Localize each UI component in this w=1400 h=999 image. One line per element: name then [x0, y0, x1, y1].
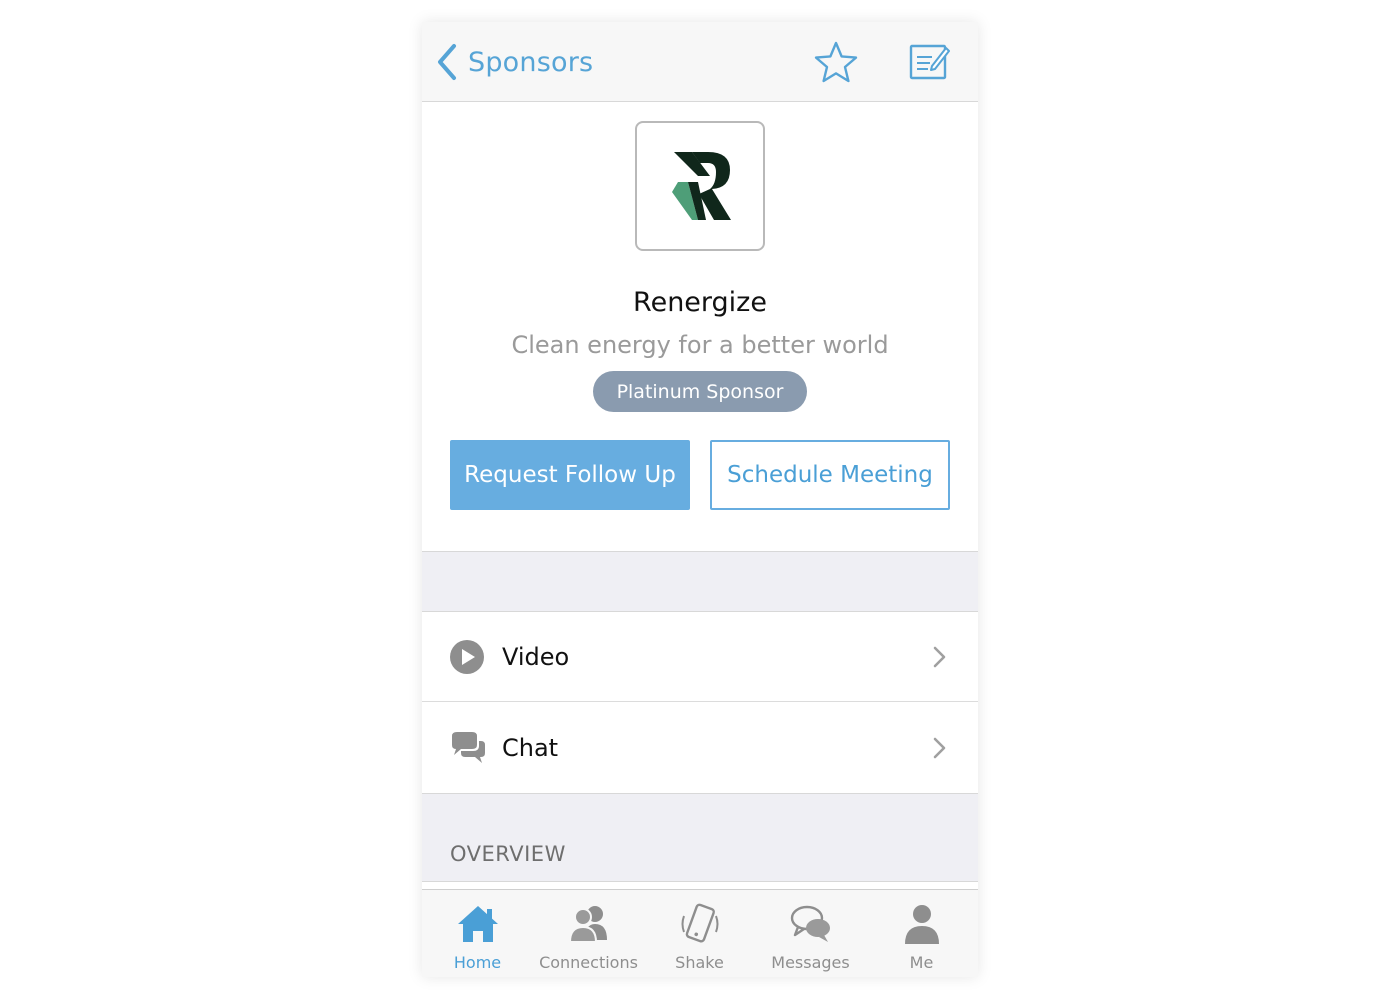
app-screen: Sponsors Renergize Clean energy for a be…: [422, 22, 978, 977]
star-icon[interactable]: [813, 40, 859, 84]
tab-shake-label: Shake: [675, 953, 724, 972]
sponsor-tagline: Clean energy for a better world: [511, 331, 889, 359]
chevron-right-icon: [933, 737, 946, 759]
overview-section-header: OVERVIEW: [422, 793, 978, 882]
notes-icon[interactable]: [908, 42, 950, 82]
section-spacer: [422, 551, 978, 612]
sponsor-name: Renergize: [633, 287, 767, 318]
video-label: Video: [502, 643, 570, 671]
person-icon: [904, 905, 939, 944]
schedule-meeting-button[interactable]: Schedule Meeting: [710, 440, 950, 510]
tab-connections-label: Connections: [539, 953, 638, 972]
overview-label: OVERVIEW: [450, 842, 566, 866]
tab-bar: Home Connections Shake Messages Me: [422, 889, 978, 977]
navigation-bar: Sponsors: [422, 22, 978, 102]
chevron-right-icon: [933, 646, 946, 668]
tab-shake[interactable]: Shake: [644, 890, 755, 977]
back-button-label: Sponsors: [468, 46, 594, 78]
tab-home-label: Home: [453, 953, 502, 972]
tab-home[interactable]: Home: [422, 890, 533, 977]
tab-me[interactable]: Me: [866, 890, 977, 977]
tab-connections[interactable]: Connections: [533, 890, 644, 977]
chat-bubbles-icon: [452, 732, 485, 763]
home-icon: [457, 906, 498, 942]
tab-messages-label: Messages: [771, 953, 850, 972]
people-icon: [568, 906, 607, 943]
renergize-logo-icon: [672, 152, 731, 220]
request-follow-up-button[interactable]: Request Follow Up: [450, 440, 690, 510]
chat-label: Chat: [502, 734, 559, 762]
play-circle-icon: [450, 640, 484, 674]
sponsor-tier-badge: Platinum Sponsor: [593, 371, 807, 412]
chevron-left-icon: [438, 44, 456, 80]
sponsor-logo: [635, 121, 765, 251]
phone-shake-icon: [681, 903, 718, 943]
back-button[interactable]: Sponsors: [436, 42, 593, 82]
tab-messages[interactable]: Messages: [755, 890, 866, 977]
tab-me-label: Me: [909, 953, 934, 972]
messages-icon: [790, 905, 830, 942]
chat-row[interactable]: Chat: [422, 703, 978, 793]
video-row[interactable]: Video: [422, 612, 978, 702]
